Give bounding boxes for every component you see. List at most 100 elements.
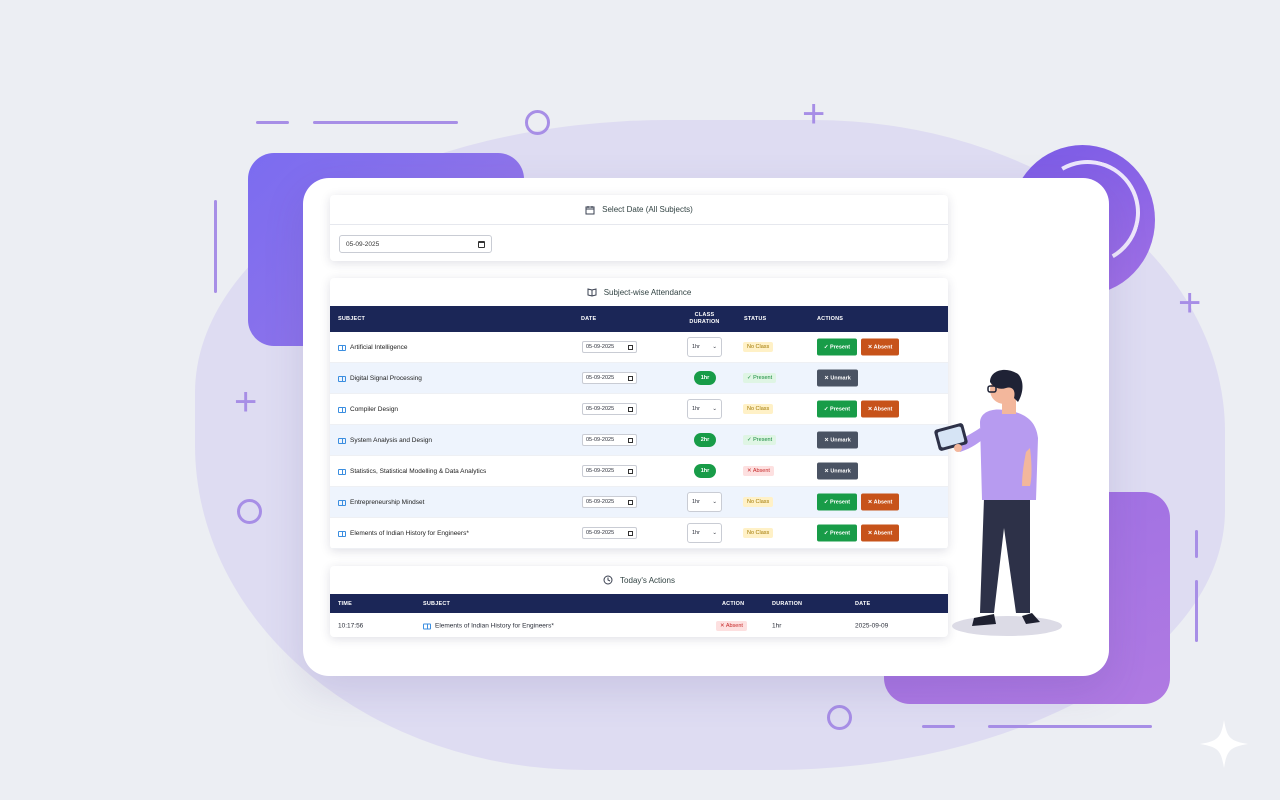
action-duration: 1hr [772, 622, 782, 630]
calendar-icon[interactable] [628, 437, 633, 443]
book-icon [338, 375, 346, 382]
decorative-line [256, 121, 289, 124]
book-icon [423, 623, 431, 629]
duration-select[interactable]: 1hr ⌄ [687, 523, 722, 543]
action-date: 2025-09-09 [855, 622, 889, 630]
column-header-date: DATE [581, 316, 597, 322]
chevron-down-icon: ⌄ [712, 530, 717, 536]
row-date-value: 05-09-2025 [586, 499, 615, 505]
subject-name: Artificial Intelligence [350, 344, 408, 351]
status-badge: ✕ Absent [743, 466, 774, 476]
date-panel-title: Select Date (All Subjects) [602, 205, 693, 214]
mark-absent-button[interactable]: ✕ Absent [861, 493, 899, 511]
column-header-subject: SUBJECT [338, 316, 366, 322]
table-row: Artificial Intelligence 05-09-2025 1hr ⌄ No … [330, 332, 948, 363]
row-date-value: 05-09-2025 [586, 406, 615, 412]
person-illustration [934, 369, 1062, 636]
mark-absent-button[interactable]: ✕ Absent [861, 400, 899, 418]
decorative-line [1195, 530, 1198, 558]
subject-table-body: Artificial Intelligence 05-09-2025 1hr ⌄ No … [330, 332, 948, 549]
table-row: 10:17:56 Elements of Indian History for … [330, 613, 948, 637]
row-date-value: 05-09-2025 [586, 437, 615, 443]
unmark-button[interactable]: ✕ Unmark [817, 369, 858, 387]
status-badge: No Class [743, 342, 774, 352]
row-date-value: 05-09-2025 [586, 530, 615, 536]
column-header-subject: SUBJECT [423, 600, 451, 607]
subject-panel-title: Subject-wise Attendance [603, 287, 692, 297]
row-date-input[interactable]: 05-09-2025 [582, 496, 637, 508]
table-row: Statistics, Statistical Modelling & Data… [330, 456, 948, 487]
table-row: System Analysis and Design 05-09-2025 2hr ✓… [330, 425, 948, 456]
calendar-icon[interactable] [628, 468, 633, 474]
calendar-icon[interactable] [628, 375, 633, 381]
subject-name: Statistics, Statistical Modelling & Data… [350, 468, 487, 475]
row-date-input[interactable]: 05-09-2025 [582, 403, 637, 415]
duration-select[interactable]: 1hr ⌄ [687, 337, 722, 357]
row-date-input[interactable]: 05-09-2025 [582, 341, 637, 353]
row-date-input[interactable]: 05-09-2025 [582, 527, 637, 539]
decorative-ring [525, 110, 550, 135]
table-row: Entrepreneurship Mindset 05-09-2025 1hr ⌄ No… [330, 487, 948, 518]
calendar-icon [585, 205, 595, 214]
row-date-value: 05-09-2025 [586, 375, 615, 381]
column-header-action: ACTION [722, 600, 745, 607]
duration-pill: 2hr [694, 433, 716, 447]
duration-select[interactable]: 1hr ⌄ [687, 492, 722, 512]
date-panel: Select Date (All Subjects) 05-09-2025 [330, 195, 948, 261]
mark-present-button[interactable]: ✓ Present [817, 493, 857, 511]
chevron-down-icon: ⌄ [712, 344, 717, 350]
column-header-actions: ACTIONS [817, 316, 844, 322]
calendar-icon[interactable] [628, 406, 633, 412]
subject-cell: Elements of Indian History for Engineers… [338, 530, 469, 537]
mark-present-button[interactable]: ✓ Present [817, 400, 857, 418]
calendar-icon[interactable] [628, 499, 633, 505]
date-picker-input[interactable]: 05-09-2025 [339, 235, 492, 253]
mark-present-button[interactable]: ✓ Present [817, 524, 857, 542]
duration-pill: 1hr [694, 371, 716, 385]
calendar-icon[interactable] [478, 240, 485, 248]
decorative-line [1195, 580, 1198, 642]
row-date-input[interactable]: 05-09-2025 [582, 434, 637, 446]
subject-name: Compiler Design [350, 406, 399, 413]
sparkle-icon [1200, 720, 1248, 768]
chevron-down-icon: ⌄ [712, 499, 717, 505]
column-header-duration: DURATION [772, 600, 803, 607]
duration-select[interactable]: 1hr ⌄ [687, 399, 722, 419]
status-badge: ✓ Present [743, 435, 777, 445]
subject-attendance-panel: Subject-wise Attendance SUBJECT DATE CLA… [330, 278, 948, 549]
mark-absent-button[interactable]: ✕ Absent [861, 524, 899, 542]
unmark-button[interactable]: ✕ Unmark [817, 462, 858, 480]
decorative-line [988, 725, 1152, 728]
date-picker-value: 05-09-2025 [346, 240, 380, 248]
calendar-icon[interactable] [628, 344, 633, 350]
plus-icon: + [802, 92, 826, 136]
subject-cell: Digital Signal Processing [338, 375, 422, 382]
decorative-line [214, 200, 217, 293]
subject-name: System Analysis and Design [350, 437, 433, 444]
today-panel-header: Today's Actions [330, 566, 948, 594]
subject-name: Digital Signal Processing [350, 375, 422, 382]
mark-present-button[interactable]: ✓ Present [817, 338, 857, 356]
book-icon [338, 499, 346, 506]
subject-cell: Artificial Intelligence [338, 344, 407, 351]
action-subject-label: Elements of Indian History for Engineers… [435, 622, 554, 630]
duration-value: 1hr [692, 344, 700, 350]
unmark-button[interactable]: ✕ Unmark [817, 431, 858, 449]
subject-cell: Entrepreneurship Mindset [338, 499, 424, 506]
subject-panel-header: Subject-wise Attendance [330, 278, 948, 306]
row-date-input[interactable]: 05-09-2025 [582, 465, 637, 477]
duration-value: 1hr [692, 406, 700, 412]
row-date-value: 05-09-2025 [586, 468, 615, 474]
status-badge: No Class [743, 528, 774, 538]
book-icon [338, 468, 346, 475]
subject-name: Elements of Indian History for Engineers… [350, 530, 469, 537]
decorative-line [313, 121, 458, 124]
subject-table-header: SUBJECT DATE CLASS DURATION STATUS ACTIO… [330, 306, 948, 332]
action-subject: Elements of Indian History for Engineers… [423, 623, 554, 630]
calendar-icon[interactable] [628, 530, 633, 536]
row-date-input[interactable]: 05-09-2025 [582, 372, 637, 384]
mark-absent-button[interactable]: ✕ Absent [861, 338, 899, 356]
column-header-status: STATUS [744, 316, 767, 322]
subject-cell: Statistics, Statistical Modelling & Data… [338, 468, 486, 475]
subject-cell: System Analysis and Design [338, 437, 432, 444]
